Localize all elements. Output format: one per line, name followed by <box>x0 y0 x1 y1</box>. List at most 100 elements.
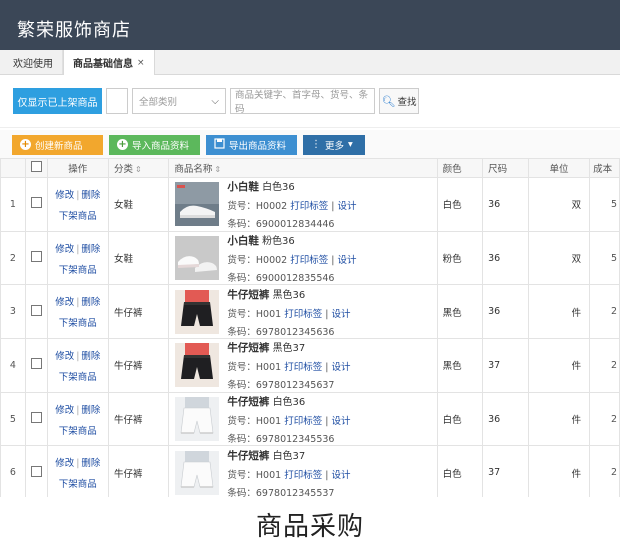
row-select-cell[interactable] <box>24 177 48 232</box>
row-checkbox[interactable] <box>30 412 42 424</box>
product-table: 操作 分类 ⇕ 商品名称 ⇕ 颜色 尺码 单位 成本 1 修改 | 删除 下架商品 女鞋… <box>0 158 620 497</box>
off-shelf-link[interactable]: 下架商品 <box>59 372 97 383</box>
tab-product-info[interactable]: 商品基础信息 × <box>63 50 155 75</box>
print-label-link[interactable]: 打印标签 <box>284 470 322 481</box>
product-name: 牛仔短裤 <box>227 396 270 409</box>
find-button[interactable]: 🔍︎ 查找 <box>379 88 419 114</box>
delete-link[interactable]: 删除 <box>81 190 100 201</box>
product-thumbnail <box>175 343 220 388</box>
tab-bar: 欢迎使用 商品基础信息 × <box>0 50 620 75</box>
product-barcode: 6978012345636 <box>255 326 335 338</box>
header-category-label: 分类 <box>114 164 134 175</box>
row-product: 小白鞋 白色36 货号：H0002 打印标签 | 设计 条码：690001283… <box>168 177 438 232</box>
product-name: 小白鞋 <box>227 181 259 194</box>
plus-icon: + <box>20 138 31 150</box>
close-icon[interactable]: × <box>137 58 145 68</box>
print-label-link[interactable]: 打印标签 <box>284 416 322 427</box>
header-category[interactable]: 分类 ⇕ <box>107 158 170 178</box>
design-link[interactable]: 设计 <box>338 201 357 212</box>
design-link[interactable]: 设计 <box>331 470 350 481</box>
only-on-sale-button[interactable]: 仅显示已上架商品 <box>13 88 102 114</box>
row-select-cell[interactable] <box>24 391 48 447</box>
header-name[interactable]: 商品名称 ⇕ <box>168 158 438 178</box>
edit-link[interactable]: 修改 <box>55 244 74 255</box>
off-shelf-link[interactable]: 下架商品 <box>59 479 97 490</box>
edit-link[interactable]: 修改 <box>55 405 74 416</box>
product-barcode: 6978012345536 <box>255 434 335 446</box>
row-color: 白色 <box>436 177 484 232</box>
row-size: 36 <box>482 391 529 447</box>
row-size: 37 <box>482 445 529 497</box>
off-shelf-link[interactable]: 下架商品 <box>59 265 97 276</box>
print-label-link[interactable]: 打印标签 <box>284 309 322 320</box>
row-category: 牛仔裤 <box>107 445 170 497</box>
row-category: 女鞋 <box>107 177 170 232</box>
row-index: 2 <box>0 230 26 286</box>
design-link[interactable]: 设计 <box>338 255 357 266</box>
off-shelf-link[interactable]: 下架商品 <box>59 318 97 329</box>
design-link[interactable]: 设计 <box>331 309 350 320</box>
edit-link[interactable]: 修改 <box>55 190 74 201</box>
search-bar: 仅显示已上架商品 全部类别 ⌵ 商品关键字、首字母、货号、条码 🔍︎ 查找 <box>0 75 620 128</box>
edit-link[interactable]: 修改 <box>55 458 74 469</box>
print-label-link[interactable]: 打印标签 <box>284 362 322 373</box>
delete-link[interactable]: 删除 <box>81 244 100 255</box>
row-size: 37 <box>482 338 529 393</box>
table-row: 4 修改 | 删除 下架商品 牛仔裤 牛仔短裤 黑色37 货号：H001 打印标签 … <box>0 338 620 393</box>
category-select[interactable]: 全部类别 ⌵ <box>132 88 226 114</box>
tab-welcome[interactable]: 欢迎使用 <box>4 50 63 74</box>
import-products-button[interactable]: + 导入商品资料 <box>109 134 200 155</box>
barcode-label: 条码： <box>227 487 256 497</box>
print-label-link[interactable]: 打印标签 <box>290 255 328 266</box>
header-select-all[interactable] <box>24 158 48 178</box>
row-checkbox[interactable] <box>30 251 42 263</box>
row-checkbox[interactable] <box>30 197 42 209</box>
design-link[interactable]: 设计 <box>331 362 350 373</box>
barcode-label: 条码： <box>227 219 256 231</box>
sku-label: 货号： <box>227 201 256 213</box>
row-select-cell[interactable] <box>24 230 48 286</box>
row-actions: 修改 | 删除 下架商品 <box>46 391 110 447</box>
barcode-label: 条码： <box>227 434 256 446</box>
edit-link[interactable]: 修改 <box>55 351 74 362</box>
more-icon: ⋮ <box>311 139 321 150</box>
blank-field[interactable] <box>106 88 128 114</box>
product-thumbnail <box>175 450 220 495</box>
product-name: 牛仔短裤 <box>227 449 270 462</box>
product-variant: 黑色36 <box>272 289 306 301</box>
row-checkbox[interactable] <box>30 358 42 370</box>
product-variant: 白色36 <box>272 397 306 409</box>
delete-link[interactable]: 删除 <box>81 405 100 416</box>
row-select-cell[interactable] <box>24 338 48 393</box>
separator: | <box>76 404 80 416</box>
row-color: 白色 <box>436 445 484 497</box>
row-select-cell[interactable] <box>24 284 48 340</box>
row-checkbox[interactable] <box>30 304 42 316</box>
product-name: 牛仔短裤 <box>227 342 270 355</box>
delete-link[interactable]: 删除 <box>81 297 100 308</box>
delete-link[interactable]: 删除 <box>81 458 100 469</box>
select-all-checkbox[interactable] <box>30 161 42 172</box>
table-row: 5 修改 | 删除 下架商品 牛仔裤 牛仔短裤 白色36 货号：H001 打印标签 … <box>0 391 620 447</box>
export-icon <box>214 137 225 152</box>
keyword-input[interactable]: 商品关键字、首字母、货号、条码 <box>230 88 375 115</box>
barcode-label: 条码： <box>227 326 256 338</box>
more-button[interactable]: ⋮ 更多 ▾ <box>303 134 365 155</box>
header-unit: 单位 <box>527 158 591 178</box>
create-product-button[interactable]: + 创建新商品 <box>12 134 103 155</box>
off-shelf-link[interactable]: 下架商品 <box>59 211 97 222</box>
row-select-cell[interactable] <box>24 445 48 497</box>
row-index: 3 <box>0 284 26 340</box>
export-products-label: 导出商品资料 <box>229 140 287 152</box>
find-button-label: 查找 <box>397 97 417 108</box>
design-link[interactable]: 设计 <box>331 416 350 427</box>
export-products-button[interactable]: 导出商品资料 <box>206 134 297 155</box>
row-cost: 2 <box>589 338 620 393</box>
app-title: 繁荣服饰商店 <box>17 20 131 41</box>
delete-link[interactable]: 删除 <box>81 351 100 362</box>
edit-link[interactable]: 修改 <box>55 297 74 308</box>
off-shelf-link[interactable]: 下架商品 <box>59 426 97 437</box>
sort-icon: ⇕ <box>214 165 222 174</box>
row-checkbox[interactable] <box>30 465 42 477</box>
print-label-link[interactable]: 打印标签 <box>290 201 328 212</box>
